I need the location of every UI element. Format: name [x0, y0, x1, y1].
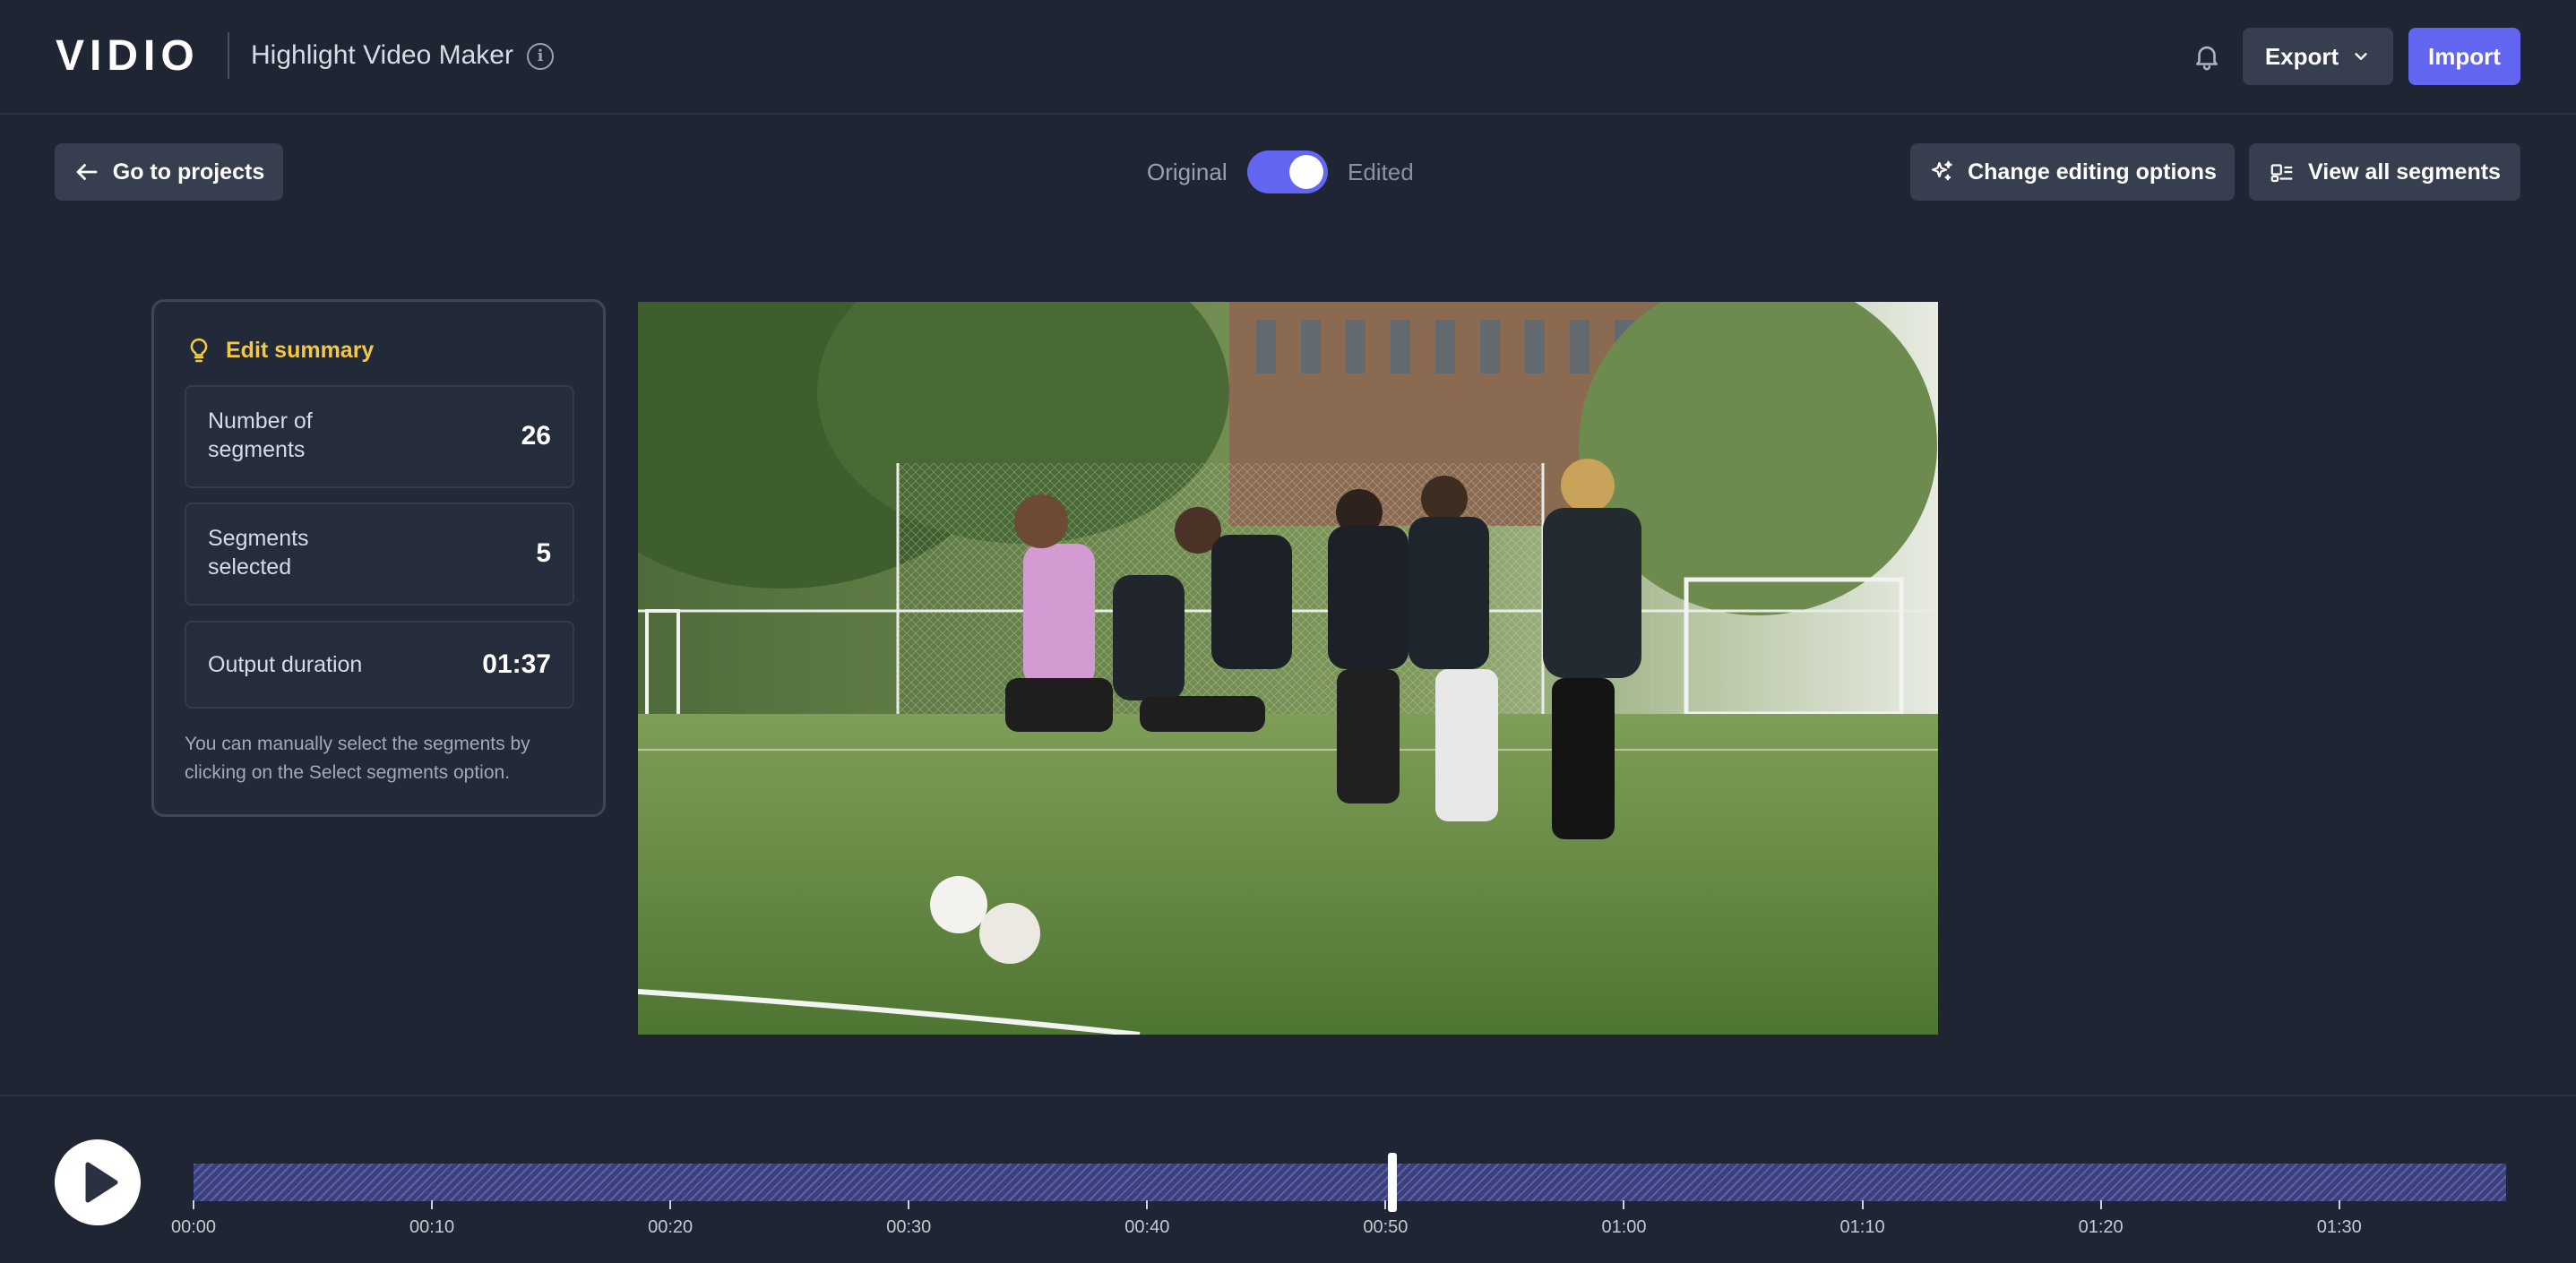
stat-value: 26	[521, 421, 551, 451]
timeline-tick-label: 00:10	[409, 1217, 455, 1237]
toggle-original-label[interactable]: Original	[1147, 158, 1228, 186]
timeline-tick	[669, 1200, 672, 1209]
export-label: Export	[2264, 42, 2339, 70]
app-header: VIDIO Highlight Video Maker i Export Imp…	[0, 0, 2576, 115]
timeline-tick-label: 00:50	[1363, 1217, 1409, 1237]
stat-value: 5	[536, 538, 551, 568]
edit-summary-card: Edit summary Number of segments 26 Segme…	[151, 299, 606, 817]
sparkle-icon	[1931, 160, 1952, 181]
edit-summary-title: Edit summary	[226, 337, 375, 363]
chevron-down-icon	[2355, 53, 2367, 60]
vidio-logo[interactable]: VIDIO	[56, 34, 200, 79]
timeline-tick-label: 00:20	[648, 1217, 694, 1237]
video-preview[interactable]	[638, 302, 1938, 1035]
stat-label: Segments selected	[208, 526, 309, 580]
header-divider	[228, 32, 229, 79]
arrow-left-icon	[76, 164, 98, 180]
change-editing-options-label: Change editing options	[1968, 159, 2217, 185]
timeline-tick-label: 01:10	[1839, 1217, 1885, 1237]
stat-label: Output duration	[208, 652, 363, 677]
stat-output-duration: Output duration 01:37	[185, 621, 574, 709]
summary-note: You can manually select the segments by …	[185, 734, 530, 783]
timeline-tick	[1384, 1200, 1387, 1209]
edit-summary-header: Edit summary	[185, 332, 374, 368]
timeline-tick-label: 01:00	[1601, 1217, 1647, 1237]
info-circle-icon[interactable]: i	[527, 43, 554, 70]
timeline-playhead[interactable]	[1388, 1153, 1398, 1212]
timeline-tick	[1623, 1200, 1625, 1209]
timeline-tick	[431, 1200, 434, 1209]
view-all-segments-label: View all segments	[2308, 159, 2501, 185]
timeline-tick-label: 00:00	[170, 1217, 217, 1237]
go-to-projects-label: Go to projects	[112, 159, 265, 185]
timeline-tick	[1861, 1200, 1864, 1209]
app-title: Highlight Video Maker	[251, 40, 513, 70]
toggle-edited-label[interactable]: Edited	[1348, 158, 1414, 186]
timeline-tick-label: 00:40	[1124, 1217, 1170, 1237]
timeline-tick-label: 01:20	[2078, 1217, 2124, 1237]
timeline-tick-label: 00:30	[886, 1217, 932, 1237]
import-button[interactable]: Import	[2408, 28, 2520, 85]
view-all-segments-button[interactable]: View all segments	[2249, 143, 2520, 201]
original-edited-toggle[interactable]	[1247, 150, 1328, 193]
timeline-tick	[193, 1200, 194, 1209]
play-button[interactable]	[55, 1139, 141, 1225]
change-editing-options-button[interactable]: Change editing options	[1910, 143, 2235, 201]
stat-value: 01:37	[482, 649, 551, 679]
timeline-tick	[2099, 1200, 2102, 1209]
play-icon	[85, 1162, 118, 1203]
toggle-knob	[1289, 155, 1323, 189]
export-button[interactable]: Export	[2243, 28, 2393, 85]
bell-icon[interactable]	[2192, 41, 2222, 72]
timeline-track[interactable]	[194, 1164, 2506, 1201]
import-label: Import	[2428, 42, 2501, 70]
stat-number-of-segments: Number of segments 26	[185, 385, 574, 488]
stat-label: Number of segments	[208, 408, 313, 462]
lightbulb-icon	[190, 338, 208, 363]
stat-segments-selected: Segments selected 5	[185, 503, 574, 606]
segments-icon	[2270, 164, 2293, 183]
timeline-tick	[2338, 1200, 2340, 1209]
go-to-projects-button[interactable]: Go to projects	[55, 143, 283, 201]
timeline-tick-label: 01:30	[2316, 1217, 2362, 1237]
timeline-tick	[1146, 1200, 1149, 1209]
timeline-divider	[0, 1095, 2576, 1096]
timeline-tick	[908, 1200, 910, 1209]
